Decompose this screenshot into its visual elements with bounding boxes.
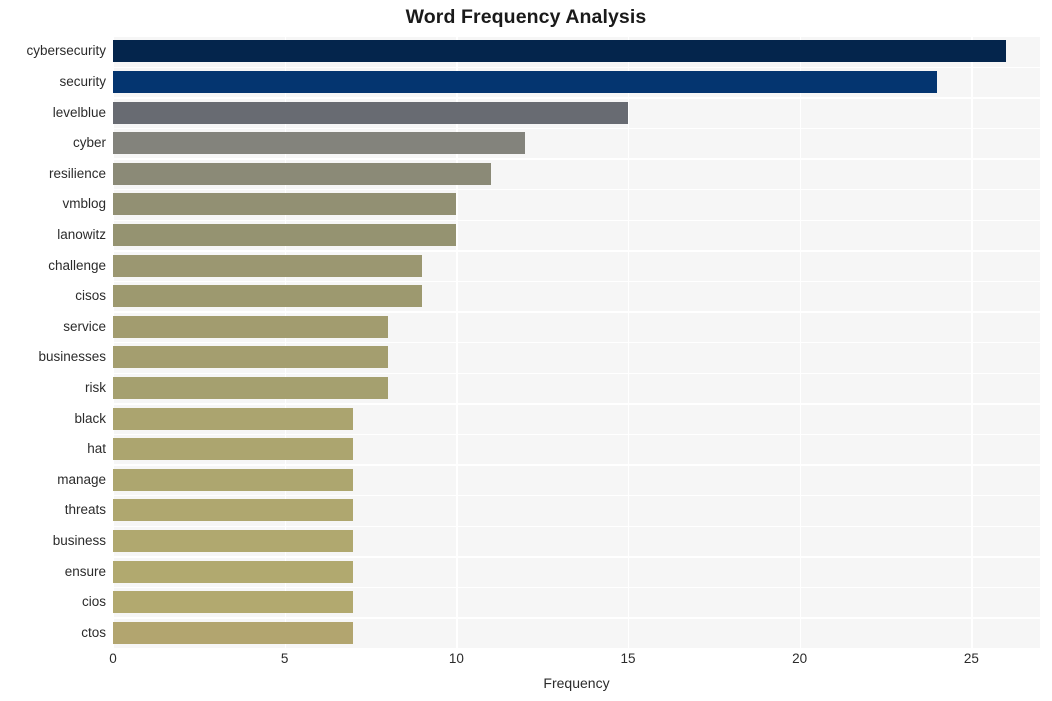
y-axis-tick-label: manage (57, 471, 106, 487)
y-axis-tick-labels: cybersecurity security levelblue cyber resil… (0, 36, 106, 648)
gridline-horizontal (113, 219, 1040, 221)
x-axis-tick-label: 10 (448, 651, 464, 666)
bar (113, 438, 354, 461)
gridline-horizontal (113, 495, 1040, 497)
gridline-horizontal (113, 525, 1040, 527)
gridline-horizontal (113, 403, 1040, 405)
gridline-horizontal (113, 586, 1040, 589)
bar (113, 223, 457, 246)
bar (113, 529, 354, 552)
x-axis-tick-label: 0 (109, 651, 117, 666)
y-axis-tick-label: levelblue (52, 104, 106, 120)
bar (113, 285, 422, 308)
bar (113, 591, 354, 614)
y-axis-tick-label: challenge (48, 257, 106, 273)
bar (113, 254, 422, 277)
bar (113, 346, 388, 369)
y-axis-tick-label: resilience (48, 165, 106, 181)
gridline-horizontal (113, 66, 1040, 68)
bar (113, 193, 457, 216)
y-axis-tick-label: ctos (81, 624, 106, 640)
gridline-horizontal (113, 311, 1040, 313)
x-axis-title: Frequency (543, 675, 610, 691)
bar (113, 499, 354, 522)
y-axis-tick-label: lanowitz (57, 226, 106, 242)
bar (113, 376, 388, 399)
y-axis-tick-label: black (74, 410, 106, 426)
bar (113, 162, 491, 185)
y-axis-tick-label: hat (87, 441, 106, 457)
y-axis-tick-label: ensure (64, 563, 106, 579)
bar (113, 468, 354, 491)
gridline-horizontal (113, 342, 1040, 344)
gridline-horizontal (113, 556, 1040, 558)
y-axis-tick-label: vmblog (62, 196, 106, 212)
gridline-horizontal (113, 189, 1040, 191)
y-axis-tick-label: business (52, 532, 106, 548)
x-axis-tick-label: 25 (963, 651, 979, 666)
x-axis-tick-labels: 0 5 10 15 20 25 (0, 652, 1052, 674)
bar (113, 132, 525, 155)
gridline-horizontal (113, 36, 1040, 38)
y-axis-tick-label: security (59, 73, 106, 89)
bar (113, 560, 354, 583)
y-axis-tick-label: threats (64, 502, 106, 518)
word-frequency-chart: Word Frequency Analysis cybersecurity sec… (0, 0, 1052, 701)
x-axis-tick-label: 15 (620, 651, 636, 666)
y-axis-tick-label: service (63, 318, 106, 334)
gridline-horizontal (113, 464, 1040, 466)
y-axis-tick-label: businesses (38, 349, 106, 365)
gridline-horizontal (113, 280, 1040, 283)
gridline-horizontal (113, 250, 1040, 252)
bar (113, 407, 354, 430)
x-axis-tick-label: 20 (792, 651, 808, 666)
bar (113, 621, 354, 644)
gridline-horizontal (113, 617, 1040, 619)
bar (113, 40, 1006, 63)
gridline-horizontal (113, 97, 1040, 99)
y-axis-tick-label: cisos (75, 288, 106, 304)
bar (113, 101, 628, 124)
bar (113, 315, 388, 338)
chart-title: Word Frequency Analysis (405, 6, 647, 28)
bar (113, 70, 937, 93)
y-axis-tick-label: cyber (72, 135, 106, 151)
gridline-horizontal (113, 127, 1040, 130)
y-axis-tick-label: risk (85, 379, 106, 395)
gridline-horizontal (113, 372, 1040, 374)
y-axis-tick-label: cybersecurity (26, 43, 106, 59)
gridline-horizontal (113, 433, 1040, 436)
y-axis-tick-label: cios (81, 594, 106, 610)
x-axis-tick-label: 5 (280, 651, 289, 666)
gridline-horizontal (113, 158, 1040, 160)
plot-area (113, 36, 1040, 648)
